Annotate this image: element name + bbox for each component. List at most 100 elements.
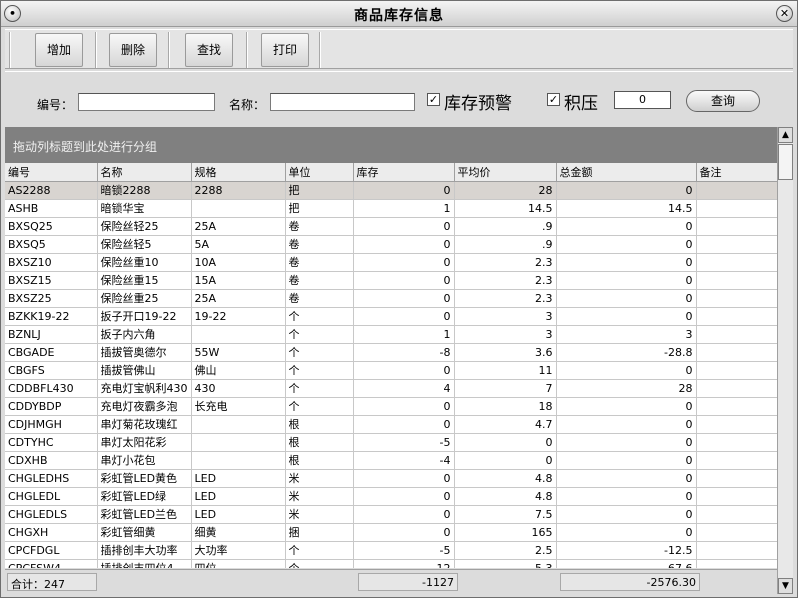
find-button[interactable]: 查找 [185, 33, 233, 67]
table-row[interactable]: CHGXH 彩虹管细黄 细黄捆 0 165 0 [5, 523, 777, 542]
table-row[interactable]: AS2288 暗锁2288 2288 把 0 28 0 [5, 181, 777, 200]
table-row[interactable]: BXSZ15 保险丝重15 15A 卷 0 2.3 0 [5, 271, 777, 290]
table-row[interactable]: BXSQ25 保险丝轻25 25A 卷 0.9 0 [5, 217, 777, 236]
overstock-value-input[interactable]: 0 [614, 91, 671, 109]
code-input[interactable] [78, 93, 215, 111]
table-cell [696, 253, 777, 272]
table-row[interactable]: CPCFDGL 插排创丰大功率 大功率个 -5 2.5 -12.5 [5, 541, 777, 560]
table-cell [696, 217, 777, 236]
scroll-up-icon[interactable]: ▲ [778, 127, 793, 143]
table-cell: 7.5 [454, 505, 557, 524]
table-cell: -5 [353, 433, 455, 452]
window-title: 商品库存信息 [354, 8, 444, 24]
table-row[interactable]: BXSZ25 保险丝重25 25A 卷 0 2.3 0 [5, 289, 777, 308]
delete-button[interactable]: 删除 [109, 33, 157, 67]
amount-total: -2576.30 [560, 573, 700, 591]
table-cell: BXSZ25 [5, 289, 98, 308]
print-button[interactable]: 打印 [261, 33, 309, 67]
table-cell: 4.7 [454, 415, 557, 434]
table-cell: 彩虹管细黄 [97, 523, 192, 542]
table-row[interactable]: CBGADE 插拔管奥德尔 55W 个 -8 3.6 -28.8 [5, 343, 777, 362]
table-cell [191, 451, 286, 470]
table-cell: 插拔管奥德尔 [97, 343, 192, 362]
table-cell: 0 [556, 523, 697, 542]
table-cell [696, 397, 777, 416]
table-cell: 捆 [285, 523, 354, 542]
table-row[interactable]: CDXHB 串灯小花包根 -4 0 0 [5, 451, 777, 470]
table-cell: -4 [353, 451, 455, 470]
table-cell: 25A [191, 289, 286, 308]
table-cell: 0 [353, 361, 455, 380]
column-header[interactable]: 平均价 [454, 163, 557, 182]
table-cell: 串灯太阳花彩 [97, 433, 192, 452]
table-cell: 12 [353, 559, 455, 568]
table-cell: -5 [353, 541, 455, 560]
table-cell: 7 [454, 379, 557, 398]
table-row[interactable]: CDDBFL430 充电灯宝帆利430 430 个 4 7 28 [5, 379, 777, 398]
table-cell: 0 [353, 307, 455, 326]
column-header[interactable]: 编号 [5, 163, 98, 182]
table-row[interactable]: CDDYBDP 充电灯夜霸多泡 长充电个 0 18 0 [5, 397, 777, 416]
table-cell: 14.5 [556, 199, 697, 218]
vertical-scrollbar[interactable]: ▲ ▼ [777, 127, 793, 594]
overstock-checkbox[interactable]: ✓ [547, 93, 560, 106]
table-cell: CBGADE [5, 343, 98, 362]
inventory-grid[interactable]: 编号 名称 规格 单位 库存 平均价 总金额 备注 AS2288 暗锁2288 2288 把 0 28 0… [5, 163, 777, 568]
table-cell: 个 [285, 541, 354, 560]
column-header[interactable]: 名称 [97, 163, 192, 182]
table-cell: AS2288 [5, 181, 98, 200]
table-cell: 0 [353, 505, 455, 524]
scroll-down-icon[interactable]: ▼ [778, 578, 793, 594]
stock-warning-checkbox[interactable]: ✓ [427, 93, 440, 106]
row-count: 合计：247 [7, 573, 97, 591]
table-cell [696, 289, 777, 308]
column-header[interactable]: 单位 [285, 163, 354, 182]
table-row[interactable]: CDTYHC 串灯太阳花彩根 -5 0 0 [5, 433, 777, 452]
table-cell: 0 [556, 289, 697, 308]
table-row[interactable]: BZKK19-22 扳子开口19-22 19-22 个 0 3 0 [5, 307, 777, 326]
table-cell [696, 181, 777, 200]
inventory-window: • 商品库存信息 ✕ 增加 删除 查找 打印 编号： 名称： ✓ 库存预警 ✓ … [0, 0, 798, 598]
table-row[interactable]: CPCFSW4插排创丰四位4四位个125.367.6 [5, 559, 777, 568]
column-header[interactable]: 总金额 [556, 163, 697, 182]
add-button[interactable]: 增加 [35, 33, 83, 67]
query-button[interactable]: 查询 [686, 90, 760, 112]
table-cell [696, 487, 777, 506]
table-row[interactable]: ASHB 暗锁华宝把 1 14.5 14.5 [5, 199, 777, 218]
close-icon[interactable]: ✕ [776, 5, 793, 22]
scroll-thumb[interactable] [778, 144, 793, 180]
table-cell: CHGXH [5, 523, 98, 542]
name-input[interactable] [270, 93, 415, 111]
table-cell: 0 [556, 433, 697, 452]
table-row[interactable]: CHGLEDL 彩虹管LED绿 LED 米 0 4.8 0 [5, 487, 777, 506]
table-cell: .9 [454, 235, 557, 254]
table-row[interactable]: BXSZ10 保险丝重10 10A 卷 0 2.3 0 [5, 253, 777, 272]
table-row[interactable]: CDJHMGH 串灯菊花玫瑰红根 0 4.7 0 [5, 415, 777, 434]
column-header[interactable]: 规格 [191, 163, 286, 182]
table-row[interactable]: BZNLJ 扳子内六角个 1 3 3 [5, 325, 777, 344]
table-cell: CDDYBDP [5, 397, 98, 416]
table-cell: 3 [454, 307, 557, 326]
table-row[interactable]: CHGLEDLS 彩虹管LED兰色 LED 米 0 7.5 0 [5, 505, 777, 524]
table-cell: LED [191, 505, 286, 524]
table-cell: 5.3 [454, 559, 557, 568]
table-cell: 彩虹管LED黄色 [97, 469, 192, 488]
table-cell: 插拔管佛山 [97, 361, 192, 380]
table-cell: 0 [556, 469, 697, 488]
table-row[interactable]: BXSQ5 保险丝轻5 5A 卷 0.9 0 [5, 235, 777, 254]
stock-total: -1127 [358, 573, 458, 591]
table-cell: 19-22 [191, 307, 286, 326]
table-cell: 卷 [285, 217, 354, 236]
table-cell: 卷 [285, 289, 354, 308]
table-cell [696, 505, 777, 524]
column-header[interactable]: 库存 [353, 163, 455, 182]
table-cell: 1 [353, 199, 455, 218]
filter-bar: 编号： 名称： ✓ 库存预警 ✓ 积压 0 查询 [5, 71, 793, 125]
table-row[interactable]: CHGLEDHS 彩虹管LED黄色 LED 米 0 4.8 0 [5, 469, 777, 488]
table-row[interactable]: CBGFS 插拔管佛山 佛山个 0 11 0 [5, 361, 777, 380]
table-cell: 彩虹管LED绿 [97, 487, 192, 506]
table-cell [696, 343, 777, 362]
table-cell: 0 [353, 415, 455, 434]
column-header[interactable]: 备注 [696, 163, 777, 182]
group-by-area[interactable]: 拖动列标题到此处进行分组 [5, 127, 777, 163]
